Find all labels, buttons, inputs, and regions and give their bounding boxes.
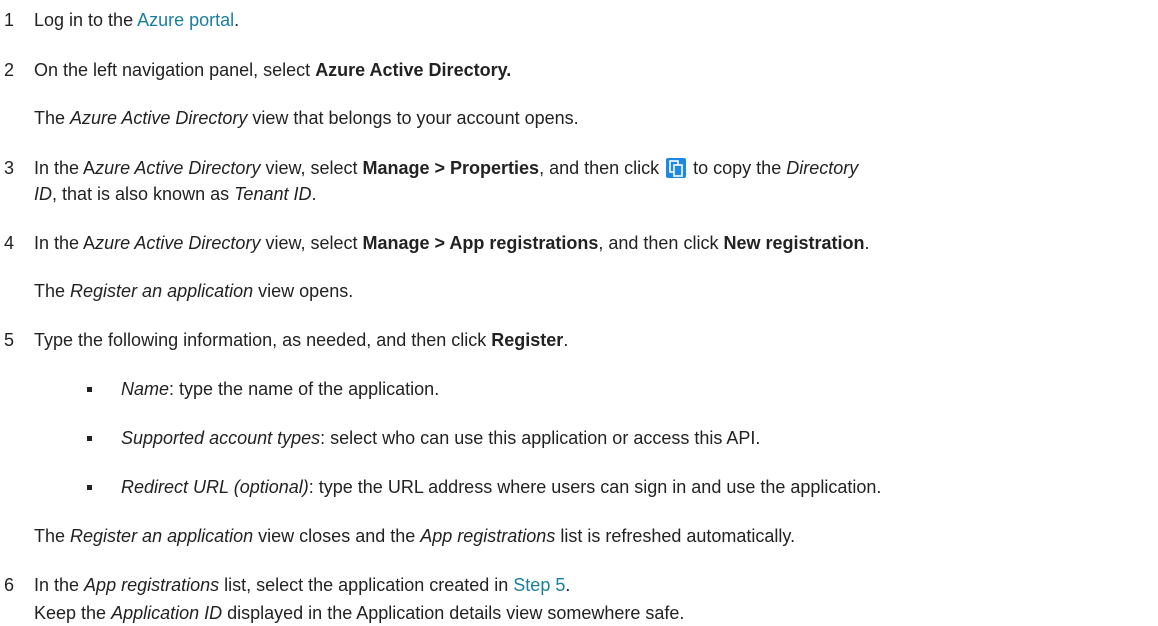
bullet-text: Supported account types: select who can …: [121, 425, 760, 451]
step-4-note: The Register an application view opens.: [34, 278, 353, 304]
text-run: .: [311, 184, 317, 204]
bullet-icon: [87, 387, 92, 392]
text-run: , and then click: [539, 158, 665, 178]
text-run: , that is also known as: [52, 184, 235, 204]
text-run: to copy the: [688, 158, 787, 178]
field-name: Tenant ID: [234, 184, 312, 204]
step-number: 4: [4, 233, 15, 253]
view-name: App registrations: [420, 526, 556, 546]
text-run: On the left navigation panel, select: [34, 60, 316, 80]
text-run: In the: [34, 575, 85, 595]
step-5-link[interactable]: Step 5: [513, 575, 565, 595]
field-name: Redirect URL (optional): [121, 477, 309, 497]
text-run: Keep the: [34, 603, 112, 623]
step-text: Type the following information, as neede…: [34, 327, 568, 353]
text-run: The: [34, 281, 71, 301]
step-number: 2: [4, 60, 15, 80]
field-name: Supported account types: [121, 428, 321, 448]
step-number: 6: [4, 575, 15, 595]
field-name: Application ID: [111, 603, 223, 623]
view-name: Register an application: [70, 526, 254, 546]
ui-term: Azure Active Directory.: [315, 60, 512, 80]
text-run: view closes and the: [253, 526, 421, 546]
step-2-note: The Azure Active Directory view that bel…: [34, 105, 579, 131]
text-run: .: [563, 330, 569, 350]
bullet-icon: [87, 485, 92, 490]
bullet-icon: [87, 436, 92, 441]
step-6-note: Keep the Application ID displayed in the…: [34, 600, 684, 626]
text-run: .: [565, 575, 571, 595]
text-run: In the A: [34, 233, 96, 253]
step-number: 3: [4, 158, 15, 178]
view-name: zure Active Directory: [95, 233, 261, 253]
view-name: Register an application: [70, 281, 254, 301]
step-number: 5: [4, 330, 15, 350]
view-name: zure Active Directory: [95, 158, 261, 178]
text-run: : type the name of the application.: [169, 379, 440, 399]
copy-icon: [666, 158, 687, 178]
text-run: The: [34, 526, 71, 546]
step-3-continuation: ID, that is also known as Tenant ID.: [34, 181, 317, 207]
step-number: 1: [4, 10, 15, 30]
text-run: Type the following information, as neede…: [34, 330, 492, 350]
azure-portal-link[interactable]: Azure portal: [137, 10, 234, 30]
bullet-text: Name: type the name of the application.: [121, 376, 439, 402]
field-name: ID: [34, 184, 52, 204]
step-text: Log in to the Azure portal.: [34, 7, 239, 33]
instruction-document: 1 Log in to the Azure portal. 2 On the l…: [0, 0, 1158, 623]
text-run: In the A: [34, 158, 96, 178]
text-run: view that belongs to your account opens.: [247, 108, 579, 128]
step-5-note: The Register an application view closes …: [34, 523, 795, 549]
text-run: list is refreshed automatically.: [555, 526, 796, 546]
field-name: Directory: [786, 158, 859, 178]
step-text: In the Azure Active Directory view, sele…: [34, 230, 870, 256]
text-run: : select who can use this application or…: [320, 428, 761, 448]
view-name: Azure Active Directory: [70, 108, 248, 128]
text-run: list, select the application created in: [219, 575, 514, 595]
text-run: , and then click: [598, 233, 724, 253]
text-run: The: [34, 108, 71, 128]
text-run: view, select: [260, 233, 363, 253]
text-run: view, select: [260, 158, 363, 178]
ui-term: Manage > App registrations: [362, 233, 599, 253]
text-run: : type the URL address where users can s…: [308, 477, 882, 497]
text-run: Log in to the: [34, 10, 138, 30]
ui-term: Register: [491, 330, 564, 350]
view-name: App registrations: [84, 575, 220, 595]
text-run: displayed in the Application details vie…: [222, 603, 685, 623]
ui-term: Manage > Properties: [362, 158, 540, 178]
field-name: Name: [121, 379, 170, 399]
text-run: view opens.: [253, 281, 354, 301]
text-run: .: [234, 10, 240, 30]
text-run: .: [864, 233, 870, 253]
step-text: On the left navigation panel, select Azu…: [34, 57, 511, 83]
ui-term: New registration: [723, 233, 865, 253]
step-text: In the Azure Active Directory view, sele…: [34, 155, 858, 181]
bullet-text: Redirect URL (optional): type the URL ad…: [121, 474, 881, 500]
step-text: In the App registrations list, select th…: [34, 572, 570, 598]
